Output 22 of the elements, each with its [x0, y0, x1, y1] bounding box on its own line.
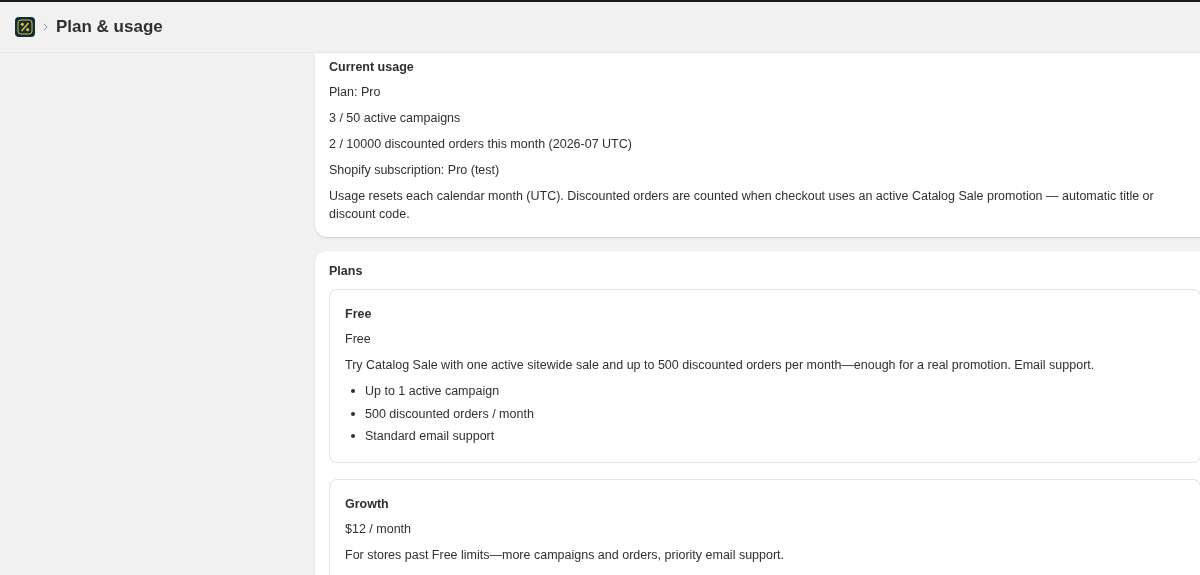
chevron-icon: [43, 23, 48, 31]
plan-description: For stores past Free limits—more campaigns and orders, priority email support.: [345, 546, 786, 564]
card-title: Plans: [329, 263, 364, 279]
usage-text: Shopify subscription: Pro (test): [329, 162, 501, 179]
feature-text: 500 discounted orders / month: [365, 405, 534, 423]
usage-text: Usage resets each calendar month (UTC). Discounted orders are counted when checkout uses an active Catalog Sale promotion — automatic title or discount code.: [329, 188, 1155, 223]
feature-text: Standard email support: [365, 428, 495, 445]
usage-text: 3 / 50 active campaigns: [329, 110, 462, 127]
bullet-icon: [351, 434, 355, 438]
bullet-icon: [351, 389, 355, 393]
plan-name: Growth: [345, 495, 390, 512]
usage-text: 2 / 10000 discounted orders this month (2026-07 UTC): [329, 136, 633, 153]
feature-text: Up to 1 active campaign: [365, 383, 500, 400]
plan-name: Free: [345, 306, 373, 322]
card-title: Current usage: [329, 59, 415, 75]
bullet-icon: [351, 411, 355, 416]
usage-text: Plan: Pro: [329, 84, 382, 101]
plan-price: $12 / month: [345, 520, 412, 538]
plan-price: Free: [345, 331, 372, 348]
page-title: Plan & usage: [56, 17, 163, 37]
percent-app-icon[interactable]: [15, 17, 35, 37]
plan-description: Try Catalog Sale with one active sitewide sale and up to 500 discounted orders per month—enough for a real promotion. Email support.: [345, 357, 1096, 374]
